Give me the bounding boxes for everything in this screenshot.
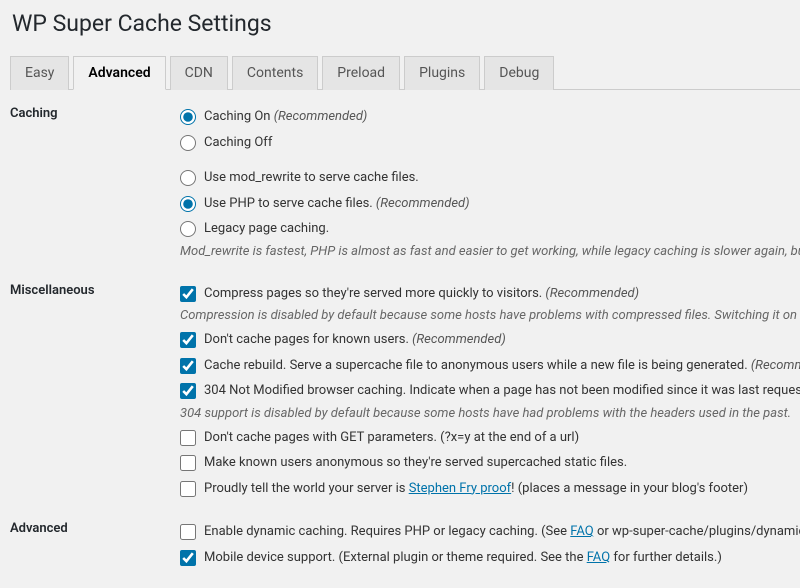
label-caching-off: Caching Off (204, 133, 272, 153)
304-description: 304 support is disabled by default becau… (180, 404, 800, 425)
label-anon-known: Make known users anonymous so they're se… (204, 453, 627, 473)
checkbox-anon-known[interactable] (180, 455, 196, 471)
label-compress: Compress pages so they're served more qu… (204, 284, 639, 304)
label-dynamic-caching: Enable dynamic caching. Requires PHP or … (204, 522, 800, 542)
checkbox-cache-rebuild[interactable] (180, 358, 196, 374)
tab-plugins[interactable]: Plugins (404, 56, 480, 90)
checkbox-no-cache-get[interactable] (180, 430, 196, 446)
settings-tabs: Easy Advanced CDN Contents Preload Plugi… (10, 55, 800, 90)
section-misc: Miscellaneous Compress pages so they're … (10, 281, 800, 502)
link-stephen-fry[interactable]: Stephen Fry proof (409, 481, 511, 496)
checkbox-dynamic-caching[interactable] (180, 524, 196, 540)
section-label-caching: Caching (10, 104, 180, 121)
radio-use-php[interactable] (180, 196, 196, 212)
page-title: WP Super Cache Settings (12, 10, 800, 37)
label-304: 304 Not Modified browser caching. Indica… (204, 381, 800, 401)
checkbox-fry-proof[interactable] (180, 481, 196, 497)
section-label-advanced: Advanced (10, 519, 180, 536)
radio-mod-rewrite[interactable] (180, 170, 196, 186)
compress-description: Compression is disabled by default becau… (180, 306, 800, 327)
section-advanced: Advanced Enable dynamic caching. Require… (10, 519, 800, 570)
label-legacy: Legacy page caching. (204, 219, 329, 239)
tab-advanced[interactable]: Advanced (73, 56, 165, 90)
tab-debug[interactable]: Debug (484, 56, 554, 90)
caching-description: Mod_rewrite is fastest, PHP is almost as… (180, 242, 800, 263)
tab-contents[interactable]: Contents (232, 56, 318, 90)
checkbox-compress[interactable] (180, 286, 196, 302)
link-faq-mobile[interactable]: FAQ (587, 550, 610, 565)
label-caching-on: Caching On (Recommended) (204, 107, 367, 127)
checkbox-no-cache-known[interactable] (180, 332, 196, 348)
label-no-cache-known: Don't cache pages for known users. (Reco… (204, 330, 506, 350)
tab-preload[interactable]: Preload (322, 56, 400, 90)
radio-legacy[interactable] (180, 221, 196, 237)
label-use-php: Use PHP to serve cache files. (Recommend… (204, 194, 470, 214)
radio-caching-on[interactable] (180, 109, 196, 125)
label-no-cache-get: Don't cache pages with GET parameters. (… (204, 428, 579, 448)
checkbox-304[interactable] (180, 383, 196, 399)
link-faq-dynamic[interactable]: FAQ (570, 524, 593, 539)
section-label-misc: Miscellaneous (10, 281, 180, 298)
label-cache-rebuild: Cache rebuild. Serve a supercache file t… (204, 356, 800, 376)
label-fry-proof: Proudly tell the world your server is St… (204, 479, 748, 499)
checkbox-mobile-support[interactable] (180, 550, 196, 566)
radio-caching-off[interactable] (180, 135, 196, 151)
label-mobile-support: Mobile device support. (External plugin … (204, 548, 722, 568)
tab-cdn[interactable]: CDN (170, 56, 228, 90)
section-caching: Caching Caching On (Recommended) Caching… (10, 104, 800, 263)
label-mod-rewrite: Use mod_rewrite to serve cache files. (204, 168, 419, 188)
tab-easy[interactable]: Easy (10, 56, 69, 90)
